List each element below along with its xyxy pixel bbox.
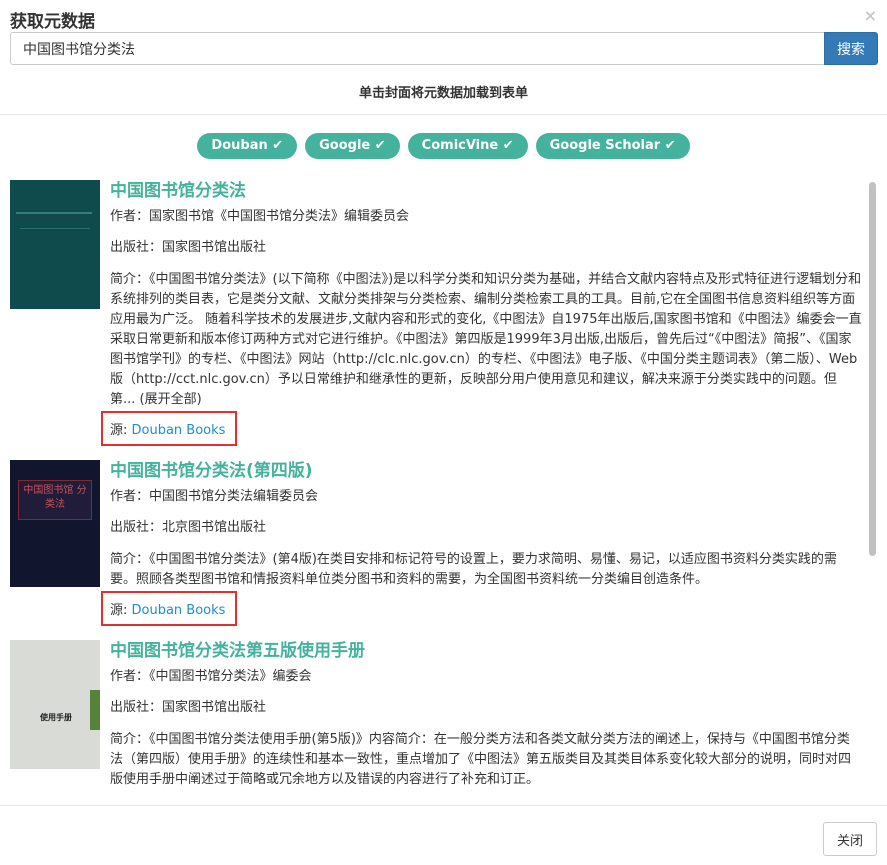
result-detail: 中国图书馆分类法第五版使用手册 作者：《中国图书馆分类法》编委会 出版社：国家图… bbox=[110, 640, 862, 786]
cover-title: 中国图书馆 分类法 bbox=[23, 485, 87, 510]
result-detail: 中国图书馆分类法 作者：国家图书馆《中国图书馆分类法》编辑委员会 出版社：国家图… bbox=[101, 180, 862, 446]
book-publisher: 出版社：国家图书馆出版社 bbox=[110, 240, 267, 255]
book-cover[interactable] bbox=[10, 180, 100, 309]
cover-decoration bbox=[90, 690, 100, 730]
search-bar: 搜索 bbox=[10, 32, 878, 65]
cover-title: 使用手册 bbox=[40, 713, 72, 722]
book-summary: 简介：《中国图书馆分类法》(第4版)在类目安排和标记符号的设置上，要力求简明、易… bbox=[110, 552, 837, 587]
book-title[interactable]: 中国图书馆分类法 bbox=[110, 180, 862, 202]
instruction-text: 单击封面将元数据加载到表单 bbox=[358, 86, 528, 101]
source-link[interactable]: Douban Books bbox=[132, 603, 226, 618]
book-publisher: 出版社：北京图书馆出版社 bbox=[110, 520, 267, 535]
book-title[interactable]: 中国图书馆分类法第五版使用手册 bbox=[110, 640, 862, 662]
search-button[interactable]: 搜索 bbox=[824, 32, 878, 65]
result-item: 中国图书馆 分类法 中国图书馆分类法(第四版) 作者：中国图书馆分类法编辑委员会… bbox=[10, 460, 874, 626]
result-item: 使用手册 中国图书馆分类法第五版使用手册 作者：《中国图书馆分类法》编委会 出版… bbox=[10, 640, 874, 786]
book-title[interactable]: 中国图书馆分类法(第四版) bbox=[110, 460, 862, 482]
book-cover[interactable]: 中国图书馆 分类法 bbox=[10, 460, 100, 587]
source-filters: Douban ✔ Google ✔ ComicVine ✔ Google Sch… bbox=[0, 133, 887, 159]
source-toggle-douban[interactable]: Douban ✔ bbox=[197, 133, 298, 159]
search-input[interactable] bbox=[10, 32, 824, 65]
book-publisher: 出版社：国家图书馆出版社 bbox=[110, 700, 267, 715]
source-box: 源: Douban Books bbox=[101, 411, 238, 446]
expand-link[interactable]: (展开全部) bbox=[140, 392, 202, 407]
scrollbar-thumb[interactable] bbox=[869, 182, 876, 556]
divider bbox=[0, 805, 887, 806]
source-toggle-google[interactable]: Google ✔ bbox=[305, 133, 400, 159]
cover-decoration bbox=[20, 228, 90, 229]
book-author: 作者：国家图书馆《中国图书馆分类法》编辑委员会 bbox=[110, 209, 410, 224]
book-author: 作者：中国图书馆分类法编辑委员会 bbox=[110, 489, 319, 504]
dialog-title: 获取元数据 bbox=[10, 12, 95, 32]
book-author: 作者：《中国图书馆分类法》编委会 bbox=[110, 669, 312, 684]
book-summary: 简介：《中国图书馆分类法》(以下简称《中图法》)是以科学分类和知识分类为基础，并… bbox=[110, 270, 862, 410]
result-item: 中国图书馆分类法 作者：国家图书馆《中国图书馆分类法》编辑委员会 出版社：国家图… bbox=[10, 180, 874, 446]
close-button[interactable]: 关闭 bbox=[823, 822, 877, 856]
source-prefix: 源: bbox=[110, 603, 132, 618]
source-toggle-google-scholar[interactable]: Google Scholar ✔ bbox=[535, 133, 690, 159]
result-detail: 中国图书馆分类法(第四版) 作者：中国图书馆分类法编辑委员会 出版社：北京图书馆… bbox=[101, 460, 862, 626]
results-list[interactable]: 中国图书馆分类法 作者：国家图书馆《中国图书馆分类法》编辑委员会 出版社：国家图… bbox=[10, 180, 874, 786]
source-toggle-comicvine[interactable]: ComicVine ✔ bbox=[407, 133, 528, 159]
cover-decoration bbox=[16, 212, 92, 214]
source-box: 源: Douban Books bbox=[101, 591, 238, 626]
book-summary: 简介：《中国图书馆分类法使用手册(第5版)》内容简介：在一般分类方法和各类文献分… bbox=[110, 732, 852, 786]
book-cover[interactable]: 使用手册 bbox=[10, 640, 100, 769]
source-prefix: 源: bbox=[110, 423, 132, 438]
summary-text: 简介：《中国图书馆分类法》(以下简称《中图法》)是以科学分类和知识分类为基础，并… bbox=[110, 272, 862, 407]
close-icon[interactable]: × bbox=[864, 6, 877, 25]
source-link[interactable]: Douban Books bbox=[132, 423, 226, 438]
divider bbox=[0, 114, 887, 115]
